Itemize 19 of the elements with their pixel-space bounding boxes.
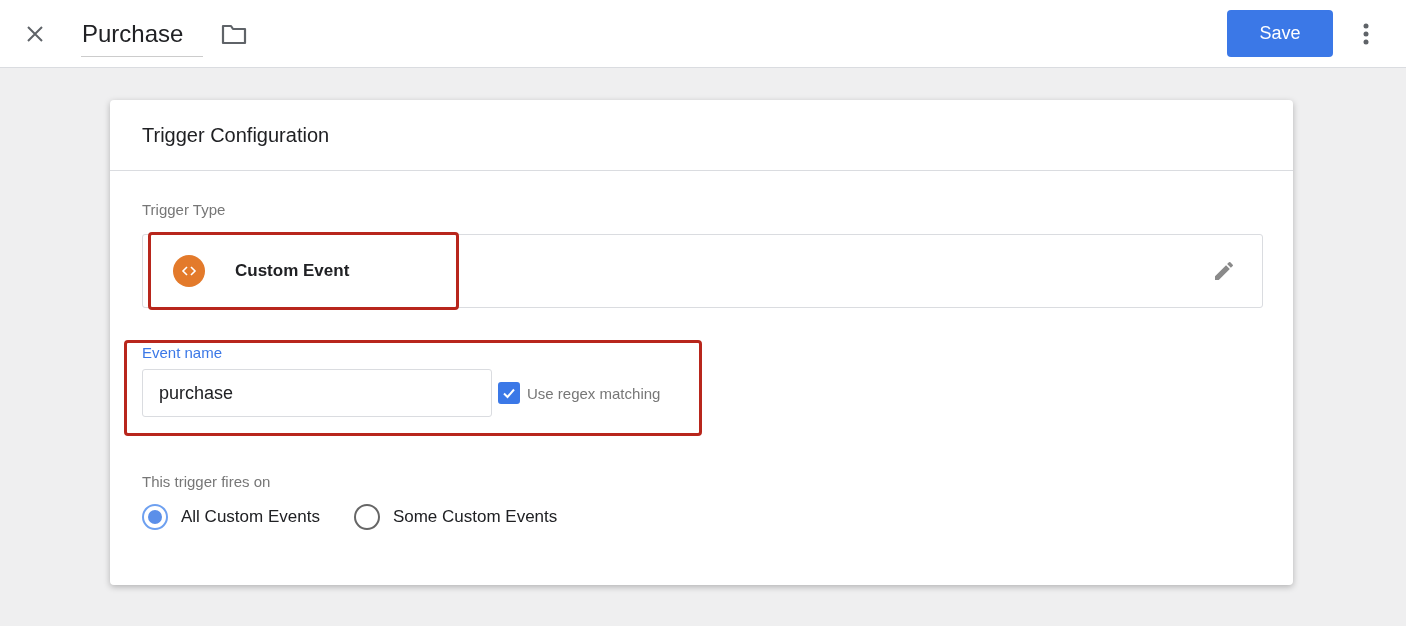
- trigger-type-label: Trigger Type: [142, 201, 227, 218]
- regex-checkbox[interactable]: [498, 382, 520, 404]
- regex-checkbox-label: Use regex matching: [527, 384, 661, 402]
- trigger-type-selector[interactable]: Custom Event: [142, 234, 1263, 308]
- fires-on-label: This trigger fires on: [142, 473, 272, 490]
- code-brackets-icon: [173, 255, 205, 287]
- more-options-icon[interactable]: [1363, 22, 1369, 45]
- card-title: Trigger Configuration: [142, 123, 330, 147]
- save-button[interactable]: Save: [1227, 10, 1333, 57]
- trigger-name-field[interactable]: Purchase: [81, 14, 204, 57]
- close-icon[interactable]: [26, 24, 44, 43]
- radio-label: Some Custom Events: [392, 507, 558, 527]
- radio-button[interactable]: [353, 504, 380, 530]
- edit-icon[interactable]: [1212, 259, 1236, 283]
- radio-label: All Custom Events: [181, 507, 320, 527]
- folder-icon[interactable]: [221, 22, 248, 45]
- event-name-label: Event name: [142, 344, 224, 361]
- radio-button[interactable]: [142, 504, 168, 530]
- event-name-input[interactable]: purchase: [142, 369, 492, 417]
